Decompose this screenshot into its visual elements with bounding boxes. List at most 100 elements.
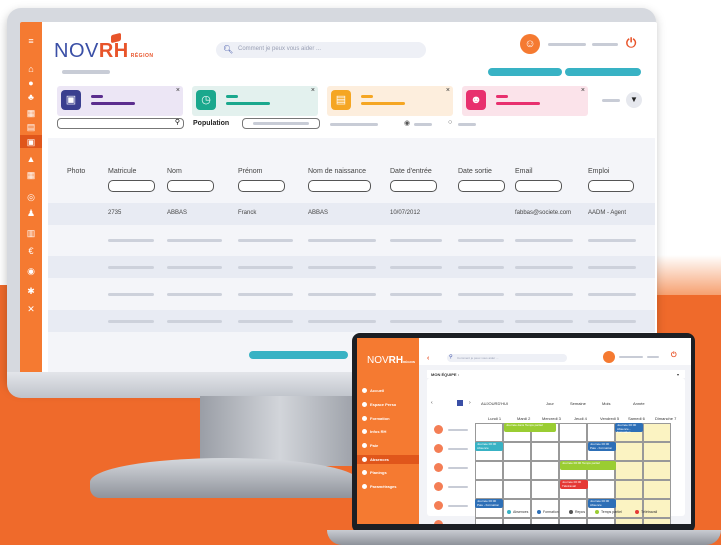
calendar-grid-icon[interactable]: ▦: [26, 170, 36, 180]
close-icon[interactable]: ×: [311, 87, 315, 94]
planning-cell[interactable]: [615, 518, 643, 524]
planning-cell[interactable]: [503, 499, 531, 518]
planning-cell[interactable]: [643, 442, 671, 461]
planning-cell[interactable]: [559, 442, 587, 461]
event[interactable]: Journée 00:00 Absence - Formation: [615, 423, 643, 434]
filter-search-input[interactable]: ⚲: [57, 118, 184, 129]
filter-date-entree-input[interactable]: [390, 180, 437, 192]
column-header-date-entree[interactable]: Date d'entrée: [390, 168, 432, 175]
event[interactable]: Journée 00:00 Paie - Formation: [588, 442, 616, 451]
planning-cell[interactable]: [475, 461, 503, 480]
event[interactable]: Journée 00:00 Paie - Formation: [475, 499, 503, 508]
event[interactable]: Journée 00:00 Temps partiel: [560, 461, 616, 470]
planning-cell[interactable]: [643, 518, 671, 524]
column-header-nom-naissance[interactable]: Nom de naissance: [308, 168, 366, 175]
filter-matricule-input[interactable]: [108, 180, 155, 192]
menu-parametrages[interactable]: Paramétrages: [362, 484, 396, 490]
planning-cell[interactable]: [615, 499, 643, 518]
radio-option-2[interactable]: ○: [448, 119, 452, 126]
event[interactable]: Journée dans Temps partiel: [504, 423, 556, 432]
planning-cell[interactable]: [503, 480, 531, 499]
building-icon[interactable]: ▥: [26, 228, 36, 238]
planning-cell[interactable]: [643, 499, 671, 518]
calendar-icon[interactable]: ▦: [26, 108, 36, 118]
event[interactable]: Journée 00:00 Absence: [475, 442, 503, 451]
planning-cell[interactable]: [531, 499, 559, 518]
user-avatar-icon[interactable]: [603, 351, 615, 363]
search-input[interactable]: Comment je peux vous aider ...: [216, 42, 426, 58]
menu-planings[interactable]: Planings: [362, 470, 387, 476]
planning-cell[interactable]: [587, 518, 615, 524]
planning-cell[interactable]: [475, 518, 503, 524]
tab-year[interactable]: Année: [633, 401, 645, 406]
summary-card-1[interactable]: ▣ ×: [57, 86, 183, 116]
planning-cell[interactable]: [531, 461, 559, 480]
menu-formation[interactable]: Formation: [362, 416, 390, 422]
user-avatar-icon[interactable]: ☺: [520, 34, 540, 54]
team-expand-icon[interactable]: ▾: [677, 372, 679, 377]
planning-cell[interactable]: [531, 442, 559, 461]
employee-avatar[interactable]: [434, 501, 443, 510]
team-icon[interactable]: ♟: [26, 208, 36, 218]
planning-cell[interactable]: [615, 461, 643, 480]
power-icon[interactable]: ⏻: [626, 35, 636, 51]
planning-cell[interactable]: [559, 499, 587, 518]
menu-absences[interactable]: Absences: [362, 457, 389, 463]
planning-cell[interactable]: [531, 518, 559, 524]
pagination-bar[interactable]: [249, 351, 348, 359]
planning-cell[interactable]: [559, 518, 587, 524]
app-logo[interactable]: NOVRH RÉGION: [54, 40, 153, 63]
employee-avatar[interactable]: [434, 444, 443, 453]
briefcase-icon[interactable]: ▣: [26, 137, 36, 147]
tools-icon[interactable]: ✕: [26, 304, 36, 314]
filter-icon[interactable]: ▼: [626, 92, 642, 108]
filter-prenom-input[interactable]: [238, 180, 285, 192]
column-header-matricule[interactable]: Matricule: [108, 168, 136, 175]
filter-nom-naissance-input[interactable]: [308, 180, 371, 192]
filter-emploi-input[interactable]: [588, 180, 634, 192]
money-icon[interactable]: ◉: [26, 266, 36, 276]
column-header-prenom[interactable]: Prénom: [238, 168, 263, 175]
planning-cell[interactable]: [615, 480, 643, 499]
planning-cell[interactable]: [531, 480, 559, 499]
radio-option-1[interactable]: ◉: [404, 119, 410, 127]
summary-card-2[interactable]: ◷ ×: [192, 86, 318, 116]
tab-month[interactable]: Mois: [602, 401, 610, 406]
calendar-icon[interactable]: [457, 400, 463, 406]
home-icon[interactable]: ⌂: [26, 64, 36, 74]
planning-cell[interactable]: [503, 442, 531, 461]
tab-week[interactable]: Semaine: [570, 401, 586, 406]
prev-icon[interactable]: ‹: [431, 400, 433, 406]
back-icon[interactable]: ‹: [427, 355, 429, 362]
laptop-logo[interactable]: NOVRHRÉGION: [367, 355, 415, 366]
planning-cell[interactable]: [643, 461, 671, 480]
population-select[interactable]: [242, 118, 320, 129]
column-header-email[interactable]: Email: [515, 168, 533, 175]
menu-accueil[interactable]: Accueil: [362, 388, 384, 394]
planning-cell[interactable]: [475, 423, 503, 442]
planning-cell[interactable]: [615, 442, 643, 461]
power-icon[interactable]: ⏻: [671, 352, 677, 360]
filter-email-input[interactable]: [515, 180, 562, 192]
menu-paie[interactable]: Paie: [362, 443, 378, 449]
table-icon[interactable]: ▤: [26, 122, 36, 132]
menu-infos-rh[interactable]: Infos RH: [362, 429, 386, 435]
close-icon[interactable]: ×: [446, 87, 450, 94]
event[interactable]: Journée 00:00 Télétravail: [560, 480, 588, 489]
column-header-nom[interactable]: Nom: [167, 168, 182, 175]
employee-avatar[interactable]: [434, 482, 443, 491]
employee-avatar[interactable]: [434, 520, 443, 524]
chart-icon[interactable]: ▲: [26, 154, 36, 164]
action-button-primary[interactable]: [488, 68, 562, 76]
group-icon[interactable]: ♣: [26, 92, 36, 102]
employee-avatar[interactable]: [434, 463, 443, 472]
next-icon[interactable]: ›: [469, 400, 471, 406]
close-icon[interactable]: ×: [176, 87, 180, 94]
filter-nom-input[interactable]: [167, 180, 214, 192]
employee-avatar[interactable]: [434, 425, 443, 434]
planning-cell[interactable]: [643, 423, 671, 442]
column-header-emploi[interactable]: Emploi: [588, 168, 609, 175]
gear-badge-icon[interactable]: ◎: [26, 192, 36, 202]
laptop-search-input[interactable]: Comment je peux vous aider ...: [447, 354, 567, 362]
today-label[interactable]: AUJOURD'HUI: [481, 401, 508, 406]
